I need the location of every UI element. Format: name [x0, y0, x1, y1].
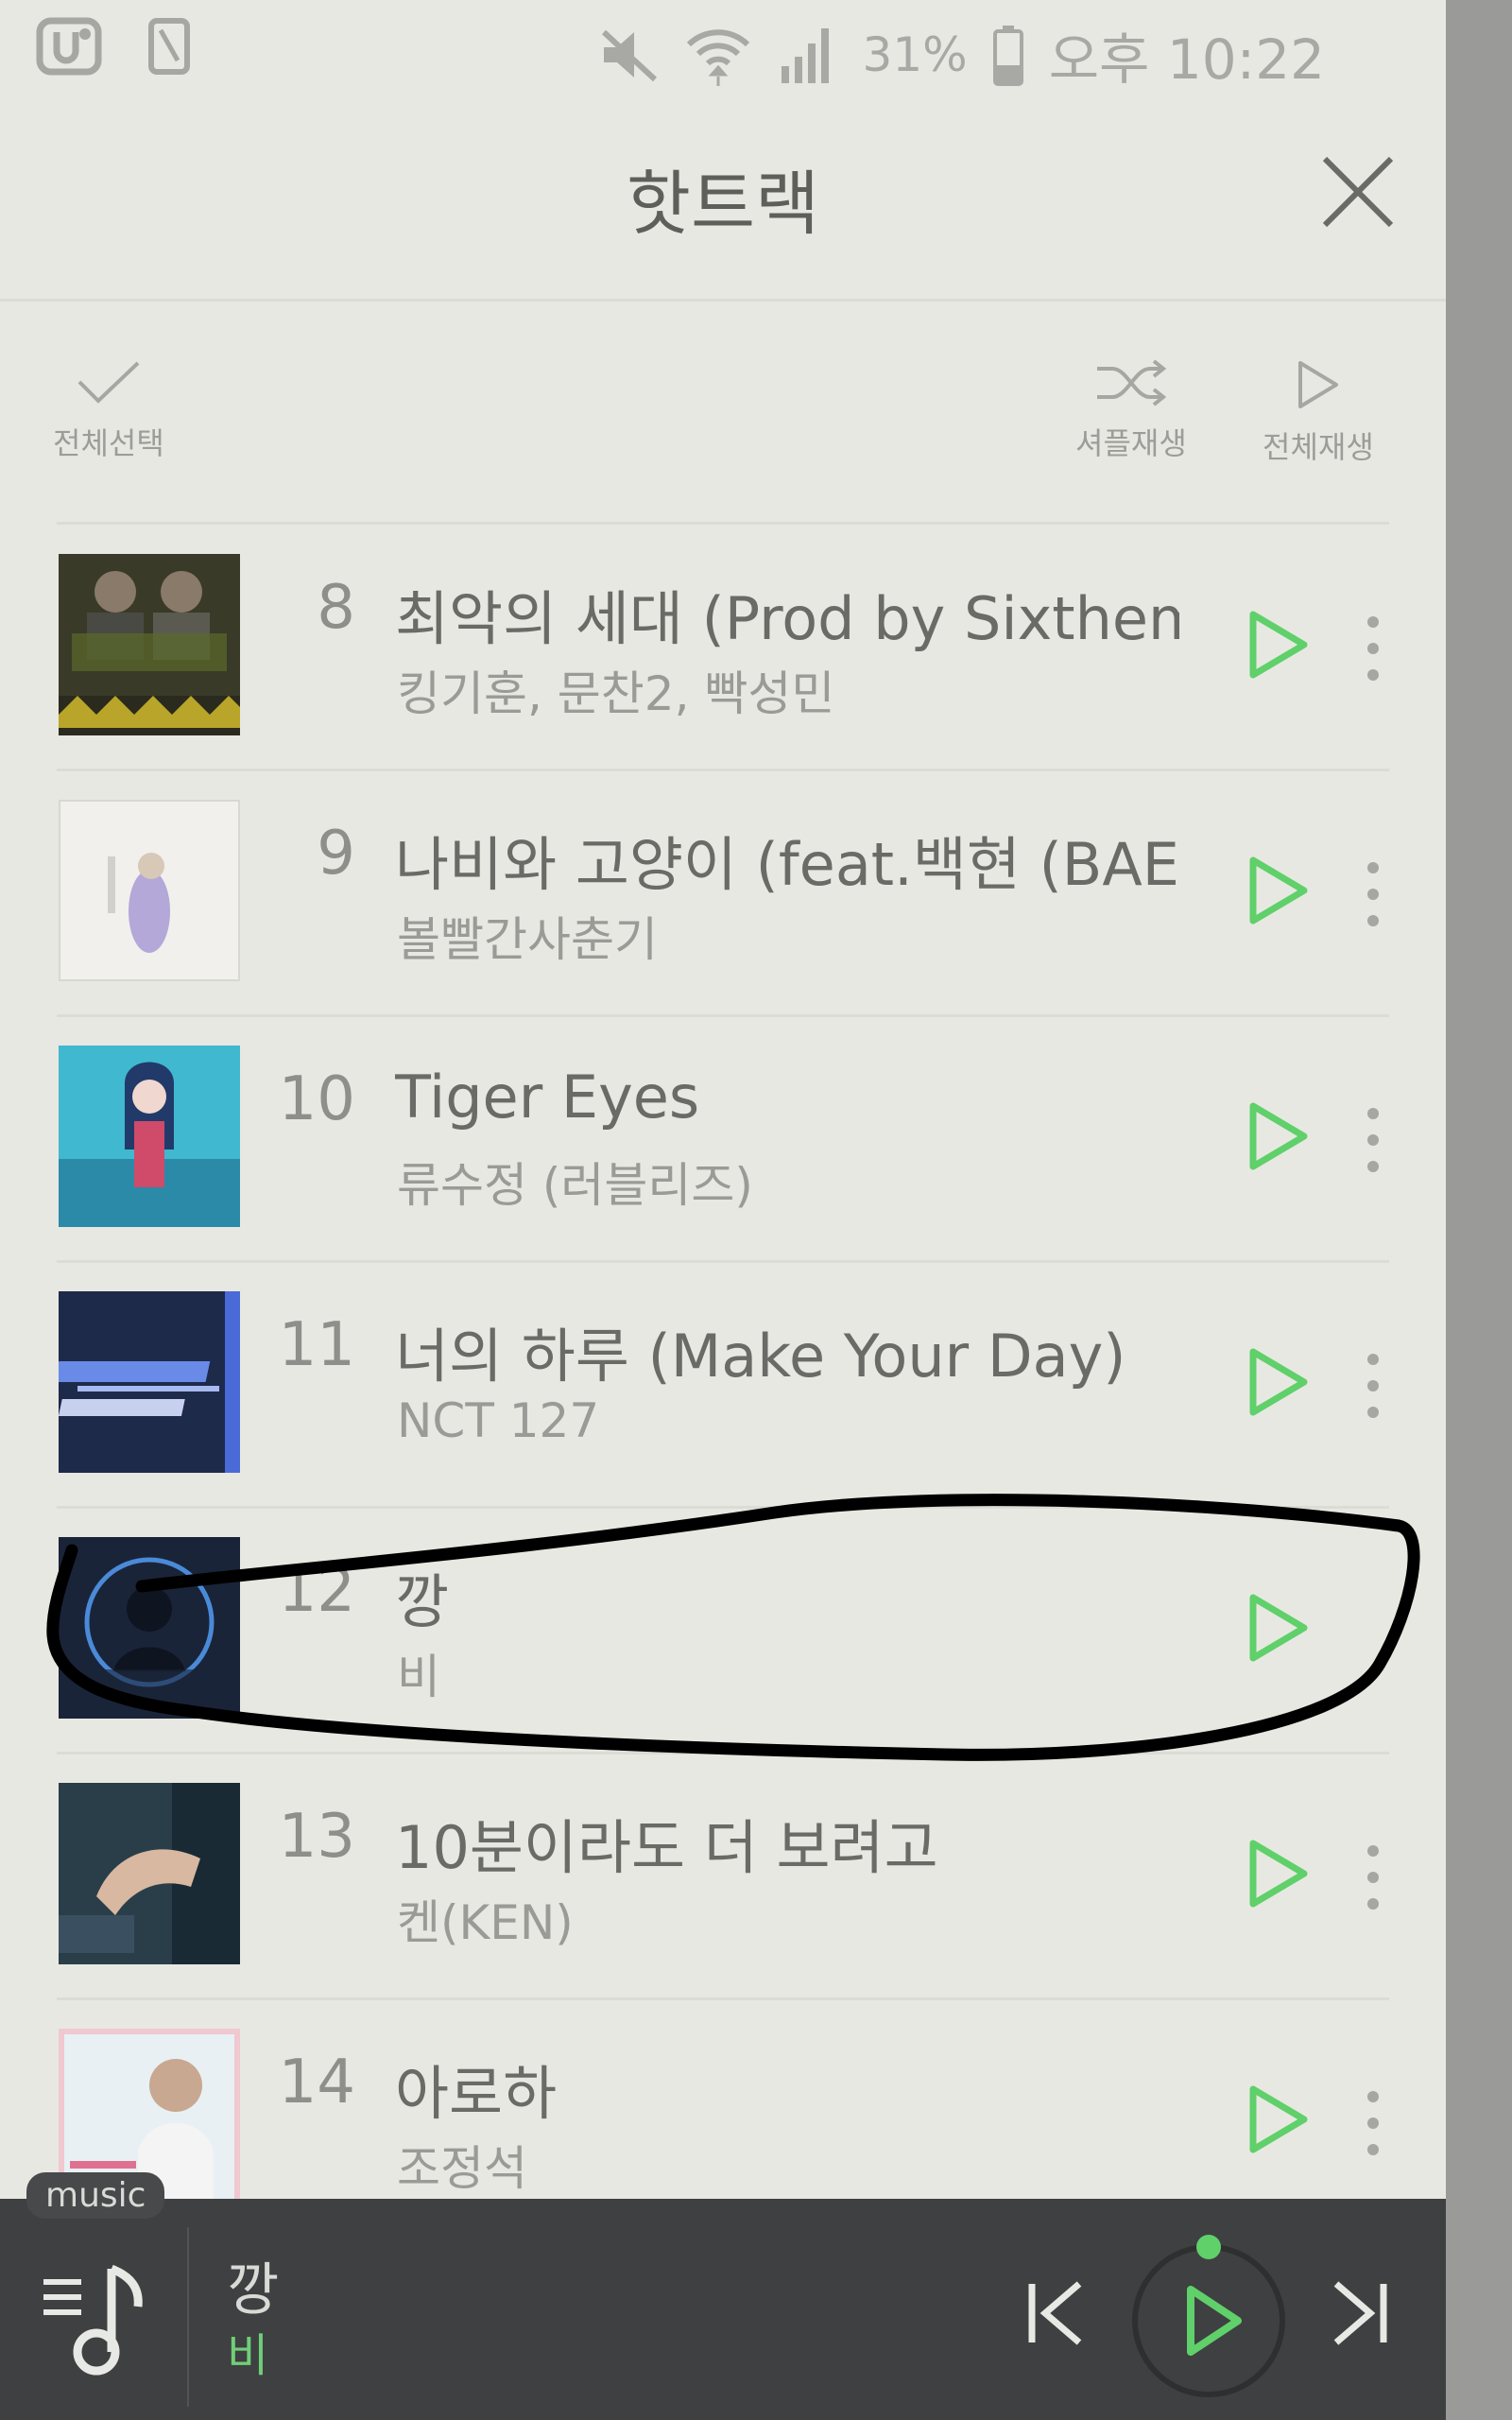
- toolbar: 전체선택 셔플재생 전체재생: [0, 302, 1446, 525]
- previous-button[interactable]: [1022, 2271, 1089, 2356]
- select-all-label: 전체선택: [53, 425, 164, 461]
- header: 핫트랙: [0, 95, 1446, 302]
- track-row[interactable]: 10 Tiger Eyes 류수정 (러블리즈): [0, 1017, 1446, 1263]
- clock: 오후 10:22: [1048, 27, 1325, 92]
- track-rank: 9: [317, 819, 355, 889]
- select-all-button[interactable]: 전체선택: [53, 359, 164, 463]
- album-cover: [59, 1783, 240, 1964]
- track-title: 깡: [395, 1567, 450, 1636]
- play-circle-icon: [1132, 2235, 1285, 2397]
- album-cover: [59, 1046, 240, 1227]
- playlist-button[interactable]: [38, 2256, 161, 2378]
- track-title: 너의 하루 (Make Your Day): [395, 1322, 1126, 1391]
- more-vertical-icon[interactable]: [1357, 2085, 1389, 2161]
- play-icon[interactable]: [1244, 1590, 1312, 1666]
- play-outline-icon: [1297, 361, 1338, 408]
- track-rank: 13: [278, 1802, 355, 1872]
- play-icon[interactable]: [1244, 1344, 1312, 1420]
- track-artist: 킹기훈, 문찬2, 빡성민: [397, 666, 835, 721]
- battery-percent: 31%: [862, 27, 968, 82]
- track-title: 10분이라도 더 보려고: [395, 1813, 938, 1882]
- more-vertical-icon[interactable]: [1357, 1102, 1389, 1178]
- phone-icon: [136, 17, 202, 76]
- track-artist: 조정석: [397, 2141, 527, 2196]
- album-cover: [59, 1291, 240, 1473]
- track-artist: 켄(KEN): [397, 1895, 574, 1950]
- mute-icon: [601, 29, 657, 82]
- skip-next-icon: [1333, 2281, 1387, 2345]
- music-badge: music: [26, 2172, 165, 2219]
- next-button[interactable]: [1327, 2271, 1393, 2356]
- now-playing-artist: 비: [227, 2329, 269, 2382]
- track-title: 나비와 고양이 (feat.백현 (BAE...: [395, 830, 1179, 899]
- screen-edge: [1446, 0, 1512, 2420]
- track-row[interactable]: 8 최악의 세대 (Prod by Sixthem... 킹기훈, 문찬2, 빡…: [0, 526, 1446, 771]
- mini-player[interactable]: 깡 비: [0, 2199, 1446, 2420]
- shuffle-play-button[interactable]: 셔플재생: [1075, 359, 1187, 463]
- track-row[interactable]: 11 너의 하루 (Make Your Day) NCT 127: [0, 1263, 1446, 1509]
- track-list: 8 최악의 세대 (Prod by Sixthem... 킹기훈, 문찬2, 빡…: [0, 526, 1446, 2246]
- track-artist: NCT 127: [397, 1393, 600, 1448]
- play-all-button[interactable]: 전체재생: [1263, 359, 1374, 467]
- close-icon: [1322, 156, 1394, 228]
- album-cover: [59, 554, 240, 735]
- play-all-label: 전체재생: [1263, 429, 1374, 465]
- u-plus-icon: [36, 17, 102, 76]
- app-screen: 31% 오후 10:22 핫트랙 전체선택 셔플재생 전체재생 8 최악의 세대…: [0, 0, 1446, 2420]
- shuffle-play-label: 셔플재생: [1075, 425, 1187, 461]
- album-cover: [59, 1537, 240, 1719]
- play-icon[interactable]: [1244, 1098, 1312, 1174]
- more-vertical-icon[interactable]: [1357, 1840, 1389, 1915]
- more-vertical-icon[interactable]: [1357, 611, 1389, 686]
- track-rank: 10: [278, 1064, 355, 1134]
- play-icon[interactable]: [1244, 2082, 1312, 2157]
- check-icon: [77, 361, 140, 404]
- signal-icon: [781, 28, 829, 83]
- track-artist: 류수정 (러블리즈): [397, 1158, 753, 1213]
- track-row[interactable]: 13 10분이라도 더 보려고 켄(KEN): [0, 1754, 1446, 2000]
- track-rank: 14: [278, 2048, 355, 2118]
- now-playing-title: 깡: [227, 2257, 280, 2324]
- playlist-music-icon: [43, 2264, 143, 2376]
- track-row[interactable]: 9 나비와 고양이 (feat.백현 (BAE... 볼빨간사춘기: [0, 771, 1446, 1017]
- play-icon[interactable]: [1244, 853, 1312, 928]
- album-cover: [59, 800, 240, 981]
- play-pause-button[interactable]: [1128, 2221, 1289, 2401]
- track-rank: 8: [317, 573, 355, 643]
- close-button[interactable]: [1315, 149, 1400, 234]
- shuffle-icon: [1096, 359, 1167, 406]
- page-title: 핫트랙: [626, 164, 820, 245]
- track-title: Tiger Eyes: [395, 1063, 700, 1132]
- battery-icon: [992, 26, 1023, 86]
- track-artist: 비: [397, 1650, 440, 1704]
- track-title: 최악의 세대 (Prod by Sixthem...: [395, 584, 1179, 653]
- track-row[interactable]: 12 깡 비: [0, 1509, 1446, 1754]
- wifi-icon: [686, 29, 749, 86]
- more-vertical-icon[interactable]: [1357, 1348, 1389, 1424]
- more-vertical-icon[interactable]: [1357, 856, 1389, 932]
- track-rank: 11: [278, 1310, 355, 1380]
- divider: [187, 2227, 189, 2407]
- play-icon[interactable]: [1244, 1836, 1312, 1911]
- divider: [57, 522, 1389, 525]
- track-artist: 볼빨간사춘기: [397, 912, 658, 967]
- track-title: 아로하: [395, 2059, 558, 2128]
- status-bar: 31% 오후 10:22: [0, 0, 1446, 95]
- skip-previous-icon: [1028, 2281, 1082, 2345]
- track-rank: 12: [278, 1556, 355, 1626]
- play-icon[interactable]: [1244, 607, 1312, 683]
